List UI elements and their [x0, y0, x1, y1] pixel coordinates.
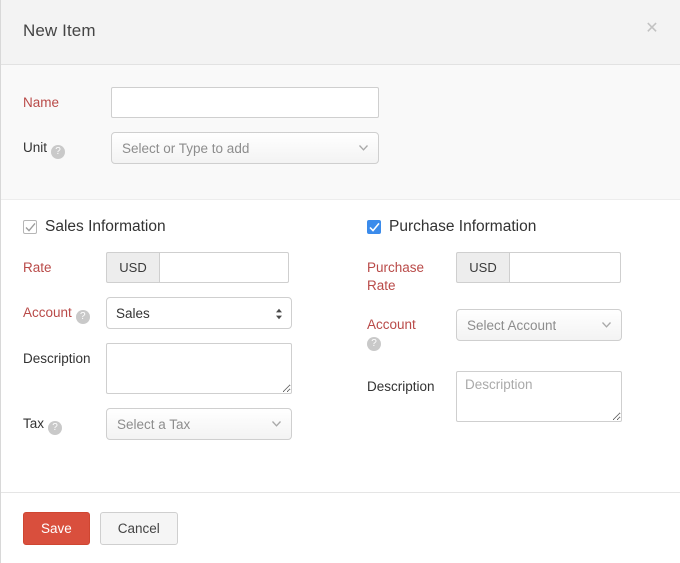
chevron-down-icon — [272, 421, 281, 427]
purchase-description-textarea[interactable] — [456, 371, 622, 422]
name-input[interactable] — [111, 87, 379, 118]
sales-information-label: Sales Information — [45, 218, 166, 235]
name-label-text: Name — [23, 95, 60, 110]
close-icon[interactable]: ✕ — [642, 19, 662, 39]
purchase-information-label: Purchase Information — [389, 218, 537, 235]
sales-account-label-text: Account — [23, 305, 72, 320]
purchase-description-label: Description — [356, 371, 456, 396]
field-row-sales-tax: Tax? Select a Tax — [1, 408, 356, 440]
purchase-account-select[interactable]: Select Account — [456, 309, 622, 341]
field-row-purchase-description: Description — [356, 371, 680, 422]
purchase-information-checkbox[interactable] — [367, 220, 381, 234]
modal-footer: Save Cancel — [1, 493, 680, 563]
help-icon[interactable]: ? — [367, 337, 381, 351]
field-row-unit: Unit? Select or Type to add — [1, 132, 680, 164]
cancel-button[interactable]: Cancel — [99, 511, 178, 545]
item-details-section: Sales Information Rate USD Account? Sale… — [1, 200, 680, 493]
sales-fields: Rate USD Account? Sales Description Tax … — [1, 236, 356, 440]
field-row-name: Name — [1, 87, 680, 118]
save-button[interactable]: Save — [23, 511, 90, 545]
sales-tax-label-text: Tax — [23, 416, 45, 431]
sales-description-label-text: Description — [23, 351, 91, 366]
purchase-description-label-text: Description — [367, 379, 435, 394]
sales-account-select-wrap: Sales — [106, 297, 292, 329]
field-row-sales-account: Account? Sales — [1, 297, 356, 329]
name-label: Name — [1, 87, 111, 111]
help-icon[interactable]: ? — [51, 145, 66, 159]
purchase-rate-label: Purchase Rate — [356, 252, 456, 295]
sales-description-textarea[interactable] — [106, 343, 292, 394]
sales-tax-select[interactable]: Select a Tax — [106, 408, 292, 440]
purchase-account-label-text: Account — [367, 317, 416, 332]
unit-label-text: Unit — [23, 140, 48, 155]
sales-tax-placeholder: Select a Tax — [117, 416, 191, 432]
sales-information-column: Sales Information Rate USD Account? Sale… — [1, 200, 356, 454]
purchase-information-header: Purchase Information — [356, 200, 680, 236]
new-item-modal: New Item ✕ Name Unit? Select or Type to … — [0, 0, 680, 563]
page-title: New Item — [23, 21, 96, 40]
field-row-sales-description: Description — [1, 343, 356, 394]
help-icon[interactable]: ? — [48, 421, 63, 435]
purchase-information-column: Purchase Information Purchase Rate USD A… — [356, 200, 680, 436]
purchase-rate-label-text: Purchase Rate — [367, 260, 425, 293]
sales-information-header: Sales Information — [1, 200, 356, 236]
sales-rate-label: Rate — [1, 252, 106, 277]
purchase-currency-addon: USD — [456, 252, 509, 283]
field-row-purchase-rate: Purchase Rate USD — [356, 252, 680, 295]
purchase-account-label: Account ? — [356, 309, 456, 351]
purchase-rate-input[interactable] — [509, 252, 621, 283]
modal-header: New Item ✕ — [1, 0, 680, 65]
unit-select[interactable]: Select or Type to add — [111, 132, 379, 164]
sales-information-checkbox[interactable] — [23, 220, 37, 234]
field-row-sales-rate: Rate USD — [1, 252, 356, 283]
sales-tax-label: Tax? — [1, 408, 106, 435]
item-basic-section: Name Unit? Select or Type to add — [1, 65, 680, 200]
sales-account-select[interactable]: Sales — [106, 297, 292, 329]
unit-label: Unit? — [1, 132, 111, 159]
purchase-account-placeholder: Select Account — [467, 317, 557, 333]
help-icon[interactable]: ? — [75, 310, 90, 324]
unit-select-placeholder: Select or Type to add — [122, 140, 250, 156]
sales-currency-addon: USD — [106, 252, 159, 283]
sales-rate-label-text: Rate — [23, 260, 52, 275]
sales-rate-input[interactable] — [159, 252, 289, 283]
chevron-down-icon — [602, 322, 611, 328]
sales-account-label: Account? — [1, 297, 106, 324]
chevron-down-icon — [359, 145, 368, 151]
purchase-rate-input-group: USD — [456, 252, 621, 283]
sales-description-label: Description — [1, 343, 106, 368]
purchase-fields: Purchase Rate USD Account ? Select Accou… — [356, 236, 680, 422]
field-row-purchase-account: Account ? Select Account — [356, 309, 680, 351]
sales-rate-input-group: USD — [106, 252, 289, 283]
